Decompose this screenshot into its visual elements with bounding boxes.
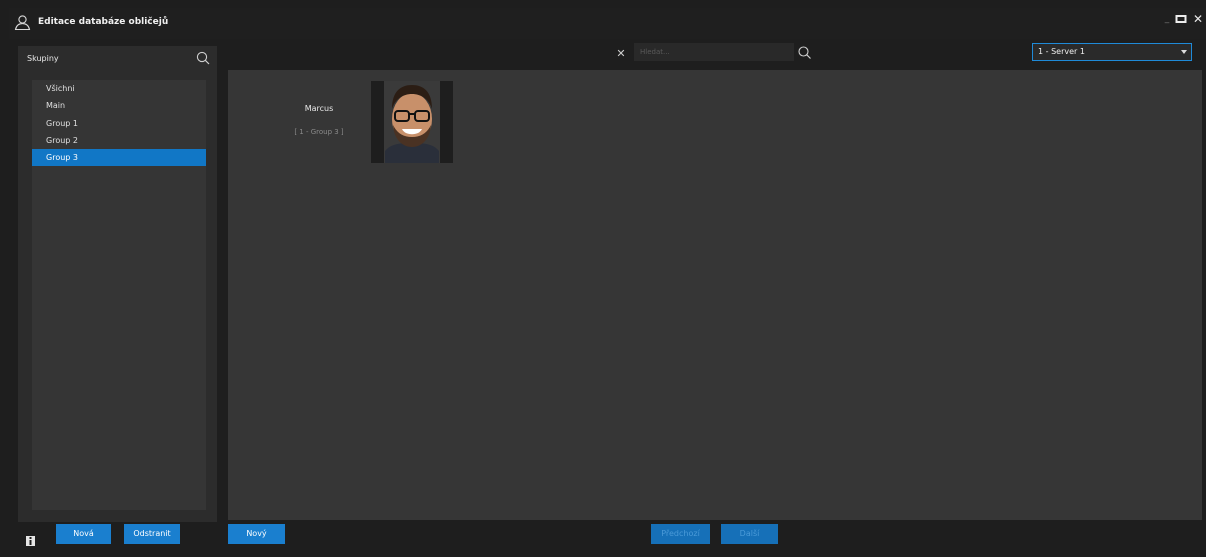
face-card[interactable]: Marcus [ 1 - Group 3 ] xyxy=(248,81,458,163)
bottom-bar: Nová Odstranit Nový Předchozí Další xyxy=(9,524,1206,557)
face-name: Marcus xyxy=(304,104,334,113)
dropdown-caret-icon xyxy=(1181,50,1187,54)
new-group-button[interactable]: Nová xyxy=(56,524,111,544)
remove-group-button[interactable]: Odstranit xyxy=(124,524,180,544)
maximize-icon[interactable] xyxy=(1174,11,1188,27)
groups-list: Všichni Main Group 1 Group 2 Group 3 xyxy=(32,80,206,510)
group-item-all[interactable]: Všichni xyxy=(32,80,206,97)
previous-button[interactable]: Předchozí xyxy=(651,524,710,544)
minimize-icon[interactable]: _ xyxy=(1162,11,1172,27)
server-select-value: 1 - Server 1 xyxy=(1038,47,1085,56)
faces-panel: Marcus [ 1 - Group 3 ] xyxy=(228,70,1202,520)
face-photo[interactable] xyxy=(371,81,453,163)
user-icon xyxy=(14,14,31,31)
face-database-window: Editace databáze obličejů _ ✕ Skupiny Vš… xyxy=(9,8,1206,557)
group-item-group-3[interactable]: Group 3 xyxy=(32,149,206,166)
group-item-main[interactable]: Main xyxy=(32,97,206,114)
face-group: [ 1 - Group 3 ] xyxy=(294,128,344,136)
window-title: Editace databáze obličejů xyxy=(38,17,169,27)
search-icon[interactable] xyxy=(797,45,812,60)
close-icon[interactable]: ✕ xyxy=(1192,11,1204,27)
next-button[interactable]: Další xyxy=(721,524,778,544)
search-icon[interactable] xyxy=(195,50,211,66)
new-face-button[interactable]: Nový xyxy=(228,524,285,544)
group-item-group-1[interactable]: Group 1 xyxy=(32,115,206,132)
server-select[interactable]: 1 - Server 1 xyxy=(1032,43,1192,61)
info-icon[interactable] xyxy=(26,536,35,546)
group-item-group-2[interactable]: Group 2 xyxy=(32,132,206,149)
search-input[interactable] xyxy=(634,43,794,61)
groups-title: Skupiny xyxy=(27,54,59,63)
clear-icon[interactable]: ✕ xyxy=(615,47,627,61)
groups-panel: Skupiny Všichni Main Group 1 Group 2 Gro… xyxy=(18,46,217,522)
groups-header: Skupiny xyxy=(18,46,217,70)
title-bar: Editace databáze obličejů _ ✕ xyxy=(9,8,1206,39)
